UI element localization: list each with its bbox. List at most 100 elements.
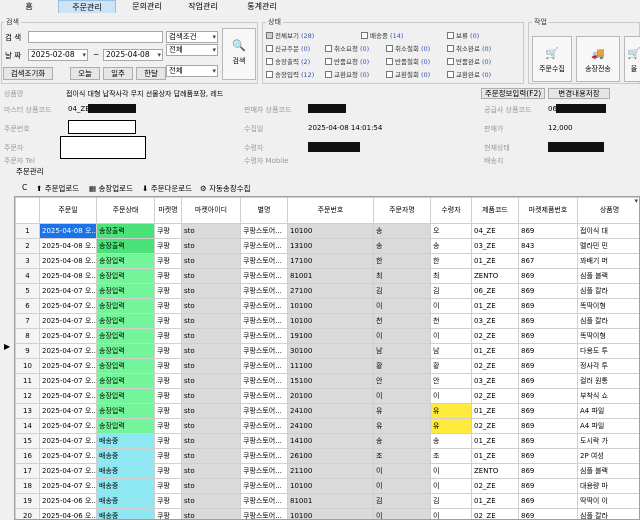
table-row[interactable]: 1 2025-04-08 오... 송장출력 쿠팡 sto 쿠팡스토어... 10100 송 오… [15,223,639,239]
table-row[interactable]: 17 2025-04-07 오... 배송중 쿠팡 sto 쿠팡스토어... 21100 이 이… [15,463,639,479]
cell-market-product-number[interactable]: 869 [518,508,578,519]
cell-nickname[interactable]: 쿠팡스토어... [240,343,288,359]
cell-market-id[interactable]: sto [181,463,241,479]
cell-order-date[interactable]: 2025-04-07 오... [39,358,97,374]
cell-product-code[interactable]: 04_ZE [471,223,519,239]
cell-market-id[interactable]: sto [181,418,241,434]
status-filter-9[interactable]: 반품철회 (0) [386,56,430,66]
status-filter-3[interactable]: 신규주문 (0) [266,43,310,53]
cell-product-name[interactable]: 접이식 대 [577,223,639,239]
cell-product-code[interactable]: 02_ZE [471,328,519,344]
status-filter-13[interactable]: 교환철회 (0) [386,69,430,79]
cell-orderer-name[interactable]: 김 [373,493,431,509]
order-number-field[interactable] [68,120,136,134]
table-row[interactable]: 3 2025-04-08 오... 송장입력 쿠팡 sto 쿠팡스토어... 17100 한 한… [15,253,639,269]
cell-orderer-name[interactable]: 이 [373,463,431,479]
cell-market-product-number[interactable]: 869 [518,313,578,329]
cell-nickname[interactable]: 쿠팡스토어... [240,403,288,419]
cell-market-id[interactable]: sto [181,328,241,344]
cell-order-number[interactable]: 10100 [287,223,374,239]
cell-product-name[interactable]: A4 파일 [577,418,639,434]
status-filter-6[interactable]: 취소완료 (0) [447,43,491,53]
cell-order-date[interactable]: 2025-04-07 오... [39,298,97,314]
cell-market-product-number[interactable]: 869 [518,448,578,464]
cell-product-name[interactable]: 심플 칼라 [577,313,639,329]
checkbox-icon[interactable] [386,58,393,65]
cell-market-product-number[interactable]: 869 [518,283,578,299]
cell-market-id[interactable]: sto [181,448,241,464]
cell-recipient[interactable]: 김 [430,493,472,509]
save-changes-button[interactable]: 변경내용저장 [548,88,610,99]
cell-market-name[interactable]: 쿠팡 [154,418,182,434]
cell-order-date[interactable]: 2025-04-07 오... [39,433,97,449]
cell-order-status[interactable]: 배송중 [96,448,155,464]
cell-orderer-name[interactable]: 천 [373,313,431,329]
cell-order-date[interactable]: 2025-04-07 오... [39,478,97,494]
cell-product-code[interactable]: ZENTO [471,463,519,479]
table-row[interactable]: 8 2025-04-07 오... 송장입력 쿠팡 sto 쿠팡스토어... 19100 이 이… [15,328,639,344]
cell-market-id[interactable]: sto [181,343,241,359]
cell-order-date[interactable]: 2025-04-07 오... [39,373,97,389]
cell-product-code[interactable]: 01_ZE [471,343,519,359]
week-button[interactable]: 일주 [103,67,133,80]
cell-market-id[interactable]: sto [181,388,241,404]
cell-order-status[interactable]: 배송중 [96,433,155,449]
cell-order-status[interactable]: 송장입력 [96,343,155,359]
cell-market-name[interactable]: 쿠팡 [154,253,182,269]
cell-market-name[interactable]: 쿠팡 [154,313,182,329]
cell-market-product-number[interactable]: 869 [518,418,578,434]
cell-market-product-number[interactable]: 869 [518,343,578,359]
cell-order-status[interactable]: 송장입력 [96,313,155,329]
cell-order-date[interactable]: 2025-04-07 오... [39,448,97,464]
cell-product-name[interactable]: 2P 여성 [577,448,639,464]
cell-product-name[interactable]: 딱딱이 이 [577,493,639,509]
cell-recipient[interactable]: 이 [430,298,472,314]
cell-order-date[interactable]: 2025-04-06 오... [39,493,97,509]
cell-order-number[interactable]: 30100 [287,343,374,359]
cell-order-status[interactable]: 배송중 [96,508,155,519]
cell-nickname[interactable]: 쿠팡스토어... [240,433,288,449]
cell-product-code[interactable]: 02_ZE [471,478,519,494]
checkbox-icon[interactable] [266,58,273,65]
cell-order-number[interactable]: 10100 [287,298,374,314]
cell-nickname[interactable]: 쿠팡스토어... [240,493,288,509]
cell-market-id[interactable]: sto [181,268,241,284]
cell-recipient[interactable]: 이 [430,463,472,479]
checkbox-icon[interactable] [386,71,393,78]
col-market-product-number[interactable]: 마켓제품번호 [518,197,578,224]
cell-product-name[interactable]: 꽈배기 머 [577,253,639,269]
cell-orderer-name[interactable]: 한 [373,253,431,269]
checkbox-icon[interactable] [325,71,332,78]
cell-recipient[interactable]: 이 [430,328,472,344]
cell-nickname[interactable]: 쿠팡스토어... [240,298,288,314]
tab-inquiry-management[interactable]: 문의관리 [122,0,172,13]
cell-nickname[interactable]: 쿠팡스토어... [240,478,288,494]
cell-product-code[interactable]: 06_ZE [471,283,519,299]
cell-market-id[interactable]: sto [181,298,241,314]
cell-market-name[interactable]: 쿠팡 [154,268,182,284]
cell-product-name[interactable]: 심플 칼라 [577,283,639,299]
cell-market-name[interactable]: 쿠팡 [154,493,182,509]
cell-order-status[interactable]: 송장입력 [96,268,155,284]
table-row[interactable]: 13 2025-04-07 오... 송장입력 쿠팡 sto 쿠팡스토어... 24100 유… [15,403,639,419]
table-row[interactable]: 5 2025-04-07 오... 송장입력 쿠팡 sto 쿠팡스토어... 27100 김 김… [15,283,639,299]
cell-market-name[interactable]: 쿠팡 [154,478,182,494]
cell-product-code[interactable]: 01_ZE [471,403,519,419]
cell-market-product-number[interactable]: 869 [518,373,578,389]
cell-market-name[interactable]: 쿠팡 [154,508,182,519]
status-filter-1[interactable]: 배송중 (14) [361,30,403,40]
cell-order-date[interactable]: 2025-04-07 오... [39,418,97,434]
cell-product-code[interactable]: 02_ZE [471,358,519,374]
cell-orderer-name[interactable]: 이 [373,478,431,494]
cell-product-name[interactable]: 컬러 원통 [577,373,639,389]
cell-nickname[interactable]: 쿠팡스토어... [240,388,288,404]
table-row[interactable]: 10 2025-04-07 오... 송장입력 쿠팡 sto 쿠팡스토어... 11100 황… [15,358,639,374]
third-work-button[interactable]: 🛒 올 [624,36,640,82]
date-to-picker[interactable]: 2025-04-08 [103,49,163,61]
cell-product-code[interactable]: 02_ZE [471,388,519,404]
cell-nickname[interactable]: 쿠팡스토어... [240,283,288,299]
cell-market-product-number[interactable]: 869 [518,478,578,494]
cell-recipient[interactable]: 이 [430,388,472,404]
tab-order-management[interactable]: 주문관리 [58,0,116,13]
col-order-status[interactable]: 주문상태 [96,197,155,224]
